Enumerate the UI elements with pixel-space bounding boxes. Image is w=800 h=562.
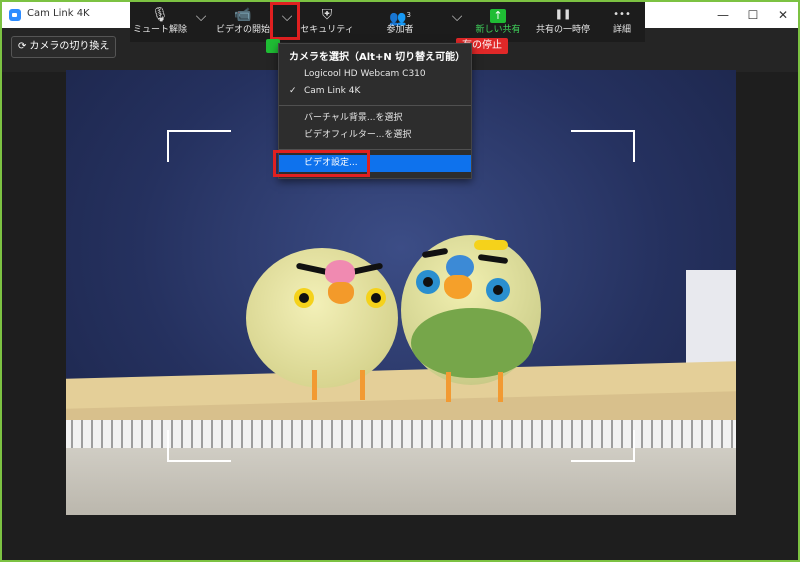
camera-option-label: Cam Link 4K xyxy=(304,86,361,96)
new-share-label: 新しい共有 xyxy=(475,25,521,35)
right-bird-eye-left xyxy=(416,270,440,294)
camera-menu-header: カメラを選択（Alt+N 切り替え可能） xyxy=(289,52,466,63)
more-button[interactable]: ••• 詳細 xyxy=(602,2,642,42)
audio-options-chevron-icon[interactable]: ⌵ xyxy=(192,8,210,26)
new-share-button[interactable]: ↑ 新しい共有 xyxy=(470,2,526,42)
zoom-app-icon xyxy=(9,9,21,21)
security-label: セキュリティ xyxy=(300,25,354,35)
focus-corner-bottom-right xyxy=(571,430,635,462)
left-bird-leg xyxy=(360,370,365,400)
left-bird-eye-left xyxy=(294,288,314,308)
participants-chevron-icon[interactable]: ⌵ xyxy=(448,8,466,26)
participants-button[interactable]: 👥3 参加者 xyxy=(375,2,425,42)
more-icon: ••• xyxy=(613,9,631,20)
window-title: Cam Link 4K xyxy=(27,8,90,19)
more-label: 詳細 xyxy=(612,25,631,35)
right-bird-crest xyxy=(474,240,508,250)
maximize-button[interactable]: ☐ xyxy=(738,2,768,28)
close-button[interactable]: ✕ xyxy=(768,2,798,28)
left-bird-beak-top xyxy=(325,260,355,284)
focus-corner-top-left xyxy=(167,130,231,162)
bottom-bar xyxy=(2,515,798,560)
start-video-button[interactable]: 📹 ビデオの開始 xyxy=(210,2,276,42)
unmute-button[interactable]: 🎙 ミュート解除 xyxy=(130,2,190,42)
unmute-label: ミュート解除 xyxy=(132,25,187,35)
camera-option-logicool[interactable]: Logicool HD Webcam C310 xyxy=(279,66,471,83)
meeting-toolbar: 🎙 ミュート解除 ⌵ 📹 ビデオの開始 ⌵ ⛨ セキュリティ 👥3 参加者 ⌵ … xyxy=(130,2,645,42)
right-bird-beak-bottom xyxy=(444,275,472,299)
pause-icon: ❚❚ xyxy=(554,9,572,20)
switch-camera-button[interactable]: ⟳ カメラの切り換え xyxy=(11,36,117,58)
participants-label: 参加者 xyxy=(386,25,414,35)
checkmark-icon: ✓ xyxy=(289,86,297,96)
focus-corner-bottom-left xyxy=(167,430,231,462)
start-video-label: ビデオの開始 xyxy=(215,25,270,35)
video-chevron-highlight xyxy=(270,2,300,40)
right-bird-belly xyxy=(411,308,533,378)
minimize-button[interactable]: — xyxy=(708,2,738,28)
camera-option-label: Logicool HD Webcam C310 xyxy=(304,69,426,79)
left-bird-eye-right xyxy=(366,288,386,308)
zoom-window: Cam Link 4K — ☐ ✕ ⟳ カメラの切り換え 🎙 ミュート解除 ⌵ 📹… xyxy=(2,2,798,560)
camera-option-cam-link[interactable]: ✓ Cam Link 4K xyxy=(279,83,471,100)
right-bird-eye-right xyxy=(486,278,510,302)
switch-camera-label: カメラの切り換え xyxy=(29,41,110,52)
right-bird-leg xyxy=(446,372,451,402)
left-bird-leg xyxy=(312,370,317,400)
video-off-icon: 📹 xyxy=(234,7,252,23)
virtual-background-label: バーチャル背景...を選択 xyxy=(304,113,403,123)
video-filter-option[interactable]: ビデオフィルター...を選択 xyxy=(279,127,471,144)
menu-divider xyxy=(279,105,471,106)
participant-count: 3 xyxy=(406,11,411,19)
right-bird-leg xyxy=(498,372,503,402)
focus-corner-top-right xyxy=(571,130,635,162)
video-filter-label: ビデオフィルター...を選択 xyxy=(304,130,412,140)
shield-icon: ⛨ xyxy=(321,7,333,23)
virtual-background-option[interactable]: バーチャル背景...を選択 xyxy=(279,110,471,127)
security-button[interactable]: ⛨ セキュリティ xyxy=(296,2,358,42)
left-bird-beak-bottom xyxy=(328,282,354,304)
mic-muted-icon: 🎙 xyxy=(151,7,169,23)
participants-icon: 👥3 xyxy=(389,10,411,27)
share-up-icon: ↑ xyxy=(470,2,526,24)
pause-share-button[interactable]: ❚❚ 共有の一時停 xyxy=(530,2,596,42)
video-settings-highlight xyxy=(273,150,370,177)
rotate-camera-icon: ⟳ xyxy=(18,41,27,52)
pause-share-label: 共有の一時停 xyxy=(535,25,590,35)
